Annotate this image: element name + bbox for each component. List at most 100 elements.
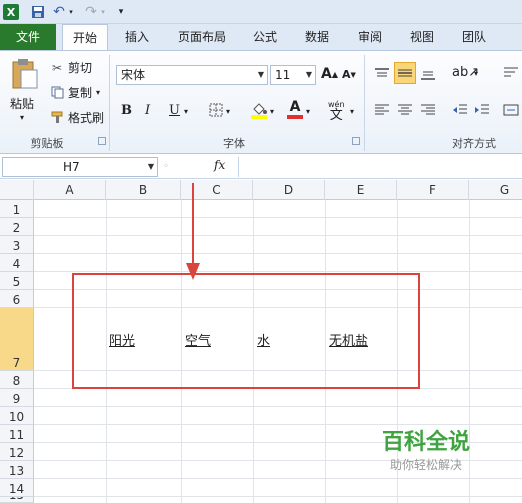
name-box[interactable]: H7 ▼ — [2, 157, 158, 177]
column-header[interactable]: A — [34, 180, 106, 200]
watermark-subtitle: 助你轻松解决 — [390, 458, 463, 472]
font-launcher-icon[interactable] — [352, 137, 360, 145]
chevron-down-icon: ▼ — [305, 70, 312, 79]
redo-icon[interactable]: ↷ — [84, 4, 98, 20]
save-icon[interactable] — [30, 4, 46, 20]
redo-dropdown-icon[interactable]: ▾ — [99, 4, 107, 20]
phonetic-guide-icon[interactable]: wén 文 — [328, 99, 345, 122]
increase-indent-icon[interactable] — [474, 103, 490, 117]
grid-line — [34, 217, 522, 218]
column-header[interactable]: D — [253, 180, 325, 200]
cut-button[interactable]: ✂ 剪切 — [50, 59, 92, 76]
row-header[interactable]: 11 — [0, 425, 34, 443]
formula-input[interactable] — [238, 157, 522, 177]
fill-color-dropdown-icon[interactable]: ▾ — [270, 107, 274, 116]
bold-button[interactable]: B — [121, 103, 132, 118]
alignment-group-label: 对齐方式 — [452, 137, 496, 150]
decrease-indent-icon[interactable] — [452, 103, 468, 117]
phonetic-dropdown-icon[interactable]: ▾ — [350, 107, 354, 116]
column-header[interactable]: B — [106, 180, 181, 200]
align-right-icon[interactable] — [420, 103, 436, 117]
formula-bar: H7 ▼ ◦ fx — [0, 155, 522, 179]
underline-dropdown-icon[interactable]: ▾ — [184, 107, 188, 116]
align-center-icon[interactable] — [397, 103, 413, 117]
row-header[interactable]: 2 — [0, 218, 34, 236]
row-header[interactable]: 9 — [0, 389, 34, 407]
border-icon[interactable] — [209, 103, 223, 117]
tab-view[interactable]: 视图 — [402, 24, 442, 50]
copy-dropdown-icon[interactable]: ▾ — [96, 88, 100, 97]
separator — [364, 55, 365, 151]
tab-formulas[interactable]: 公式 — [246, 24, 284, 50]
row-header[interactable]: 4 — [0, 254, 34, 272]
grow-font-icon[interactable]: A ▲ — [321, 66, 338, 82]
annotation-box — [72, 273, 420, 389]
grid-line — [34, 235, 522, 236]
ribbon-tabs: 文件 开始 插入 页面布局 公式 数据 审阅 视图 团队 — [0, 24, 522, 51]
align-left-icon[interactable] — [374, 103, 390, 117]
select-all-corner[interactable] — [0, 180, 34, 200]
clipboard-icon[interactable] — [8, 57, 40, 91]
chevron-down-icon: ▼ — [257, 70, 264, 79]
tab-home[interactable]: 开始 — [62, 24, 108, 51]
align-middle-icon[interactable] — [394, 62, 416, 84]
column-header[interactable]: F — [397, 180, 469, 200]
paste-button[interactable]: 粘贴 — [10, 95, 34, 112]
tab-insert[interactable]: 插入 — [116, 24, 158, 50]
align-top-icon[interactable] — [374, 67, 390, 81]
font-size-select[interactable]: 11 ▼ — [270, 65, 316, 85]
align-bottom-icon[interactable] — [420, 67, 436, 81]
insert-function-button[interactable]: fx — [214, 158, 225, 172]
grid-line — [34, 496, 522, 497]
annotation-arrow-icon — [186, 183, 200, 280]
merge-center-icon[interactable] — [503, 103, 519, 117]
format-painter-button[interactable]: 格式刷 — [50, 109, 104, 126]
wrap-text-icon[interactable] — [503, 65, 519, 79]
customize-icon[interactable]: ▾ — [116, 4, 126, 20]
separator — [109, 55, 110, 151]
undo-icon[interactable]: ↶ — [52, 4, 66, 20]
grid-line — [34, 253, 522, 254]
underline-button[interactable]: U — [169, 103, 180, 118]
fill-color-icon[interactable] — [251, 101, 267, 119]
row-header[interactable]: 10 — [0, 407, 34, 425]
copy-button[interactable]: 复制 ▾ — [50, 84, 100, 101]
tab-data[interactable]: 数据 — [297, 24, 337, 50]
grid-line — [469, 200, 470, 503]
undo-dropdown-icon[interactable]: ▾ — [67, 4, 75, 20]
watermark-title: 百科全说 — [382, 430, 471, 455]
row-header[interactable]: 12 — [0, 443, 34, 461]
row-header[interactable]: 6 — [0, 290, 34, 308]
orientation-dropdown-icon[interactable]: ▾ — [474, 69, 478, 78]
border-dropdown-icon[interactable]: ▾ — [226, 107, 230, 116]
column-header[interactable]: E — [325, 180, 397, 200]
italic-button[interactable]: I — [145, 103, 150, 118]
font-color-dropdown-icon[interactable]: ▾ — [306, 107, 310, 116]
grid-line — [34, 406, 522, 407]
excel-icon[interactable]: X — [3, 4, 19, 20]
row-header[interactable]: 5 — [0, 272, 34, 290]
row-header[interactable]: 3 — [0, 236, 34, 254]
ribbon: 粘贴 ▾ ✂ 剪切 复制 ▾ 格式刷 剪贴板 宋体 ▼ 11 ▼ A ▲ A ▼ B I… — [0, 50, 522, 154]
chevron-down-icon: ▼ — [147, 162, 154, 171]
font-name-select[interactable]: 宋体 ▼ — [116, 65, 268, 85]
row-header[interactable]: 1 — [0, 200, 34, 218]
row-header[interactable]: 7 — [0, 308, 34, 371]
row-header[interactable]: 15 — [0, 497, 34, 503]
row-header[interactable]: 14 — [0, 479, 34, 497]
tab-page-layout[interactable]: 页面布局 — [170, 24, 234, 50]
tab-review[interactable]: 审阅 — [350, 24, 390, 50]
grid-line — [34, 271, 522, 272]
clipboard-launcher-icon[interactable] — [98, 137, 106, 145]
tab-team[interactable]: 团队 — [454, 24, 494, 50]
scissors-icon: ✂ — [51, 60, 63, 75]
formula-bar-grip-icon: ◦ — [163, 161, 169, 172]
paste-dropdown-icon[interactable]: ▾ — [20, 113, 24, 122]
tab-file[interactable]: 文件 — [0, 24, 56, 50]
font-color-icon[interactable]: A — [287, 99, 303, 119]
row-header[interactable]: 8 — [0, 371, 34, 389]
row-header[interactable]: 13 — [0, 461, 34, 479]
quick-access-toolbar: X ↶ ▾ ↷ ▾ ▾ — [0, 0, 522, 24]
shrink-font-icon[interactable]: A ▼ — [342, 68, 356, 81]
column-header[interactable]: G — [469, 180, 522, 200]
